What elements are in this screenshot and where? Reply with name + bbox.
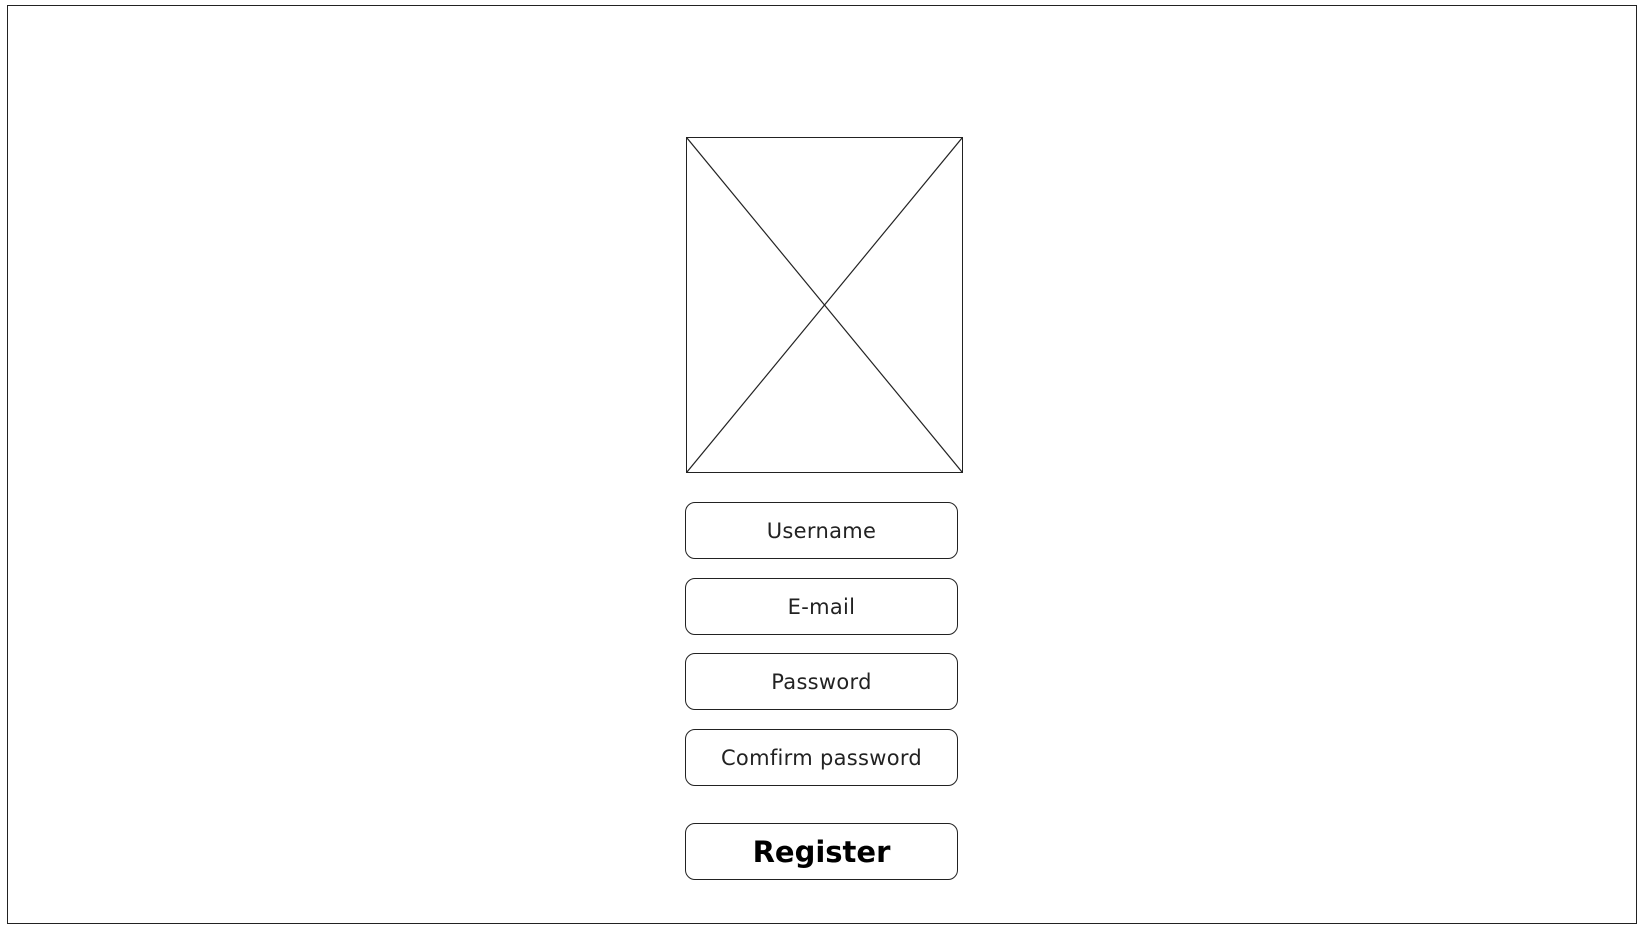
image-placeholder — [686, 137, 963, 473]
image-placeholder-icon — [687, 138, 962, 472]
email-placeholder: E-mail — [787, 594, 856, 619]
email-field[interactable]: E-mail — [685, 578, 958, 635]
username-field[interactable]: Username — [685, 502, 958, 559]
confirm-password-field[interactable]: Comfirm password — [685, 729, 958, 786]
register-button-label: Register — [752, 834, 891, 869]
confirm-password-placeholder: Comfirm password — [720, 745, 923, 770]
username-placeholder: Username — [766, 518, 877, 543]
password-placeholder: Password — [771, 669, 872, 694]
password-field[interactable]: Password — [685, 653, 958, 710]
register-button[interactable]: Register — [685, 823, 958, 880]
